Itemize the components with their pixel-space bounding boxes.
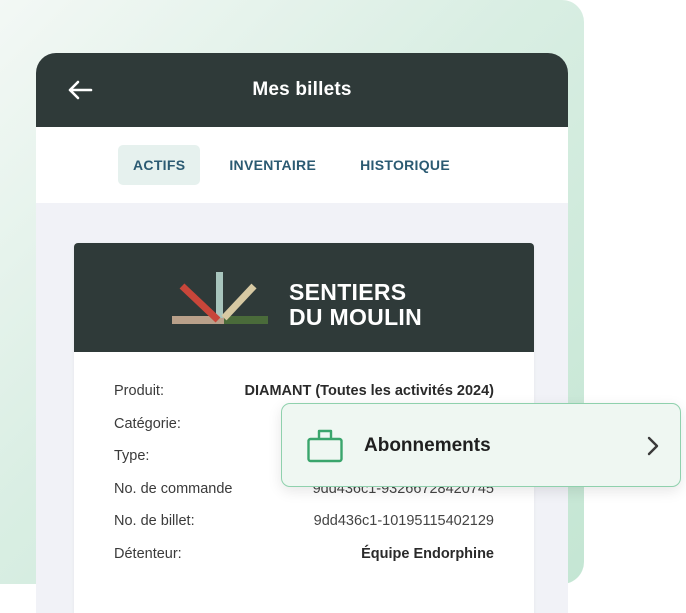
detail-row-billet: No. de billet: 9dd436c1-10195115402129 <box>114 513 494 546</box>
tab-historique[interactable]: HISTORIQUE <box>345 145 465 185</box>
brand-name-line2: DU MOULIN <box>289 304 423 330</box>
phone-screen: Mes billets ACTIFS INVENTAIRE HISTORIQUE… <box>36 53 568 613</box>
detail-label: Type: <box>114 448 150 464</box>
detail-label: No. de commande <box>114 480 233 497</box>
detail-label: Produit: <box>114 383 164 399</box>
sentiers-du-moulin-logo <box>172 272 268 324</box>
detail-label: Catégorie: <box>114 415 181 432</box>
detail-label: Détenteur: <box>114 545 182 562</box>
brand-name-line1: SENTIERS <box>289 279 407 305</box>
detail-label: No. de billet: <box>114 513 195 529</box>
brand-name: SENTIERS DU MOULIN <box>289 280 422 330</box>
detail-value: Équipe Endorphine <box>361 545 494 562</box>
subscriptions-label: Abonnements <box>364 435 491 456</box>
arrow-left-icon[interactable] <box>66 78 94 102</box>
app-bar: Mes billets <box>36 53 568 127</box>
detail-value: DIAMANT (Toutes les activités 2024) <box>244 383 494 399</box>
subscription-tag-icon <box>307 429 343 463</box>
page-title: Mes billets <box>252 79 352 100</box>
ticket-header: SENTIERS DU MOULIN <box>74 243 534 352</box>
tab-inventaire[interactable]: INVENTAIRE <box>214 145 331 185</box>
tab-actifs[interactable]: ACTIFS <box>118 145 201 185</box>
detail-value: 9dd436c1-10195115402129 <box>313 513 494 529</box>
chevron-right-icon <box>647 436 659 456</box>
tab-bar: ACTIFS INVENTAIRE HISTORIQUE <box>36 127 568 203</box>
subscriptions-link-card[interactable]: Abonnements <box>281 403 681 487</box>
detail-row-detenteur: Détenteur: Équipe Endorphine <box>114 546 494 579</box>
